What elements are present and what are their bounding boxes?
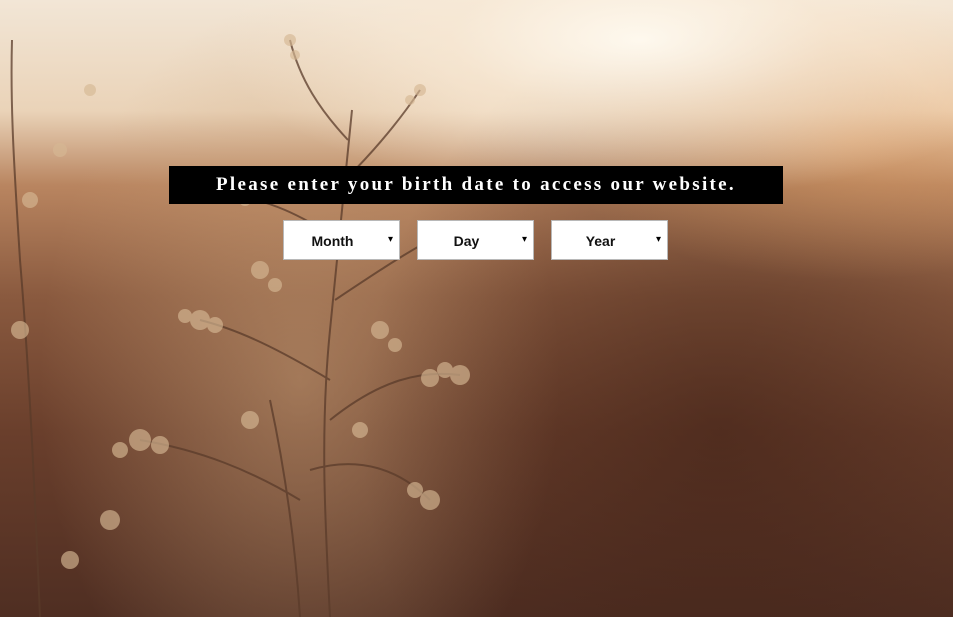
year-select-value: Year — [585, 233, 616, 249]
chevron-down-icon: ▾ — [387, 234, 393, 245]
day-select[interactable]: Day ▾ — [417, 220, 534, 260]
month-select[interactable]: Month ▾ — [283, 220, 400, 260]
month-select-value: Month — [311, 233, 354, 249]
plant-illustration — [10, 34, 470, 617]
day-select-value: Day — [453, 233, 480, 249]
age-gate-prompt: Please enter your birth date to access o… — [169, 166, 783, 204]
chevron-down-icon: ▾ — [521, 234, 527, 245]
year-select[interactable]: Year ▾ — [551, 220, 668, 260]
chevron-down-icon: ▾ — [655, 234, 661, 245]
